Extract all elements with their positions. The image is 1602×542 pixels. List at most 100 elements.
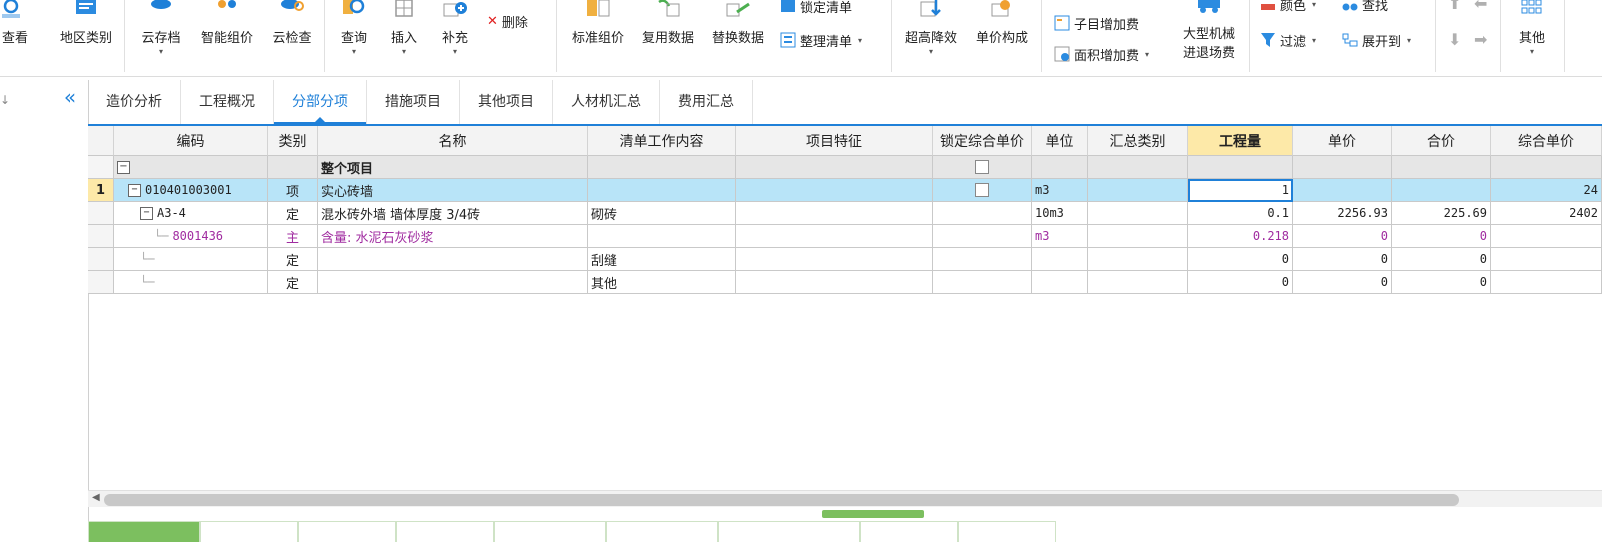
- unit-price-cell[interactable]: 2256.93: [1293, 202, 1392, 225]
- unit-price-cell[interactable]: 0: [1293, 225, 1392, 248]
- composite-price-cell[interactable]: 24: [1491, 179, 1602, 202]
- table-row[interactable]: └─ 定 其他 0 0 0: [88, 271, 1602, 294]
- unit-cell[interactable]: 10m3: [1032, 202, 1088, 225]
- collapse-sidebar-icon[interactable]: «: [58, 86, 82, 110]
- table-row[interactable]: └─ 定 刮缝 0 0 0: [88, 248, 1602, 271]
- name-cell[interactable]: 混水砖外墙 墙体厚度 3/4砖: [318, 202, 588, 225]
- name-cell[interactable]: 含量: 水泥石灰砂浆: [318, 225, 588, 248]
- region-button[interactable]: 地区类别: [52, 0, 120, 77]
- bottom-tab[interactable]: [606, 521, 718, 542]
- move-right-icon[interactable]: ➡: [1474, 30, 1487, 49]
- quantity-cell-selected[interactable]: 1: [1188, 179, 1293, 202]
- tab-other-items[interactable]: 其他项目: [460, 80, 553, 125]
- delete-button[interactable]: ✕ 删除: [487, 11, 528, 31]
- work-content-cell[interactable]: 刮缝: [588, 248, 736, 271]
- machinery-button[interactable]: 大型机械 进退场费: [1174, 0, 1244, 77]
- bottom-tab[interactable]: [958, 521, 1056, 542]
- column-header[interactable]: 项目特征: [736, 126, 933, 156]
- unit-price-cell[interactable]: [1293, 179, 1392, 202]
- name-cell[interactable]: 整个项目: [318, 156, 588, 179]
- composite-price-cell[interactable]: [1491, 156, 1602, 179]
- composite-price-cell[interactable]: [1491, 248, 1602, 271]
- feature-cell[interactable]: [736, 202, 933, 225]
- feature-cell[interactable]: [736, 248, 933, 271]
- name-cell[interactable]: [318, 271, 588, 294]
- column-header[interactable]: 类别: [268, 126, 318, 156]
- standard-price-button[interactable]: 标准组价: [566, 0, 630, 77]
- column-header-quantity[interactable]: 工程量: [1188, 126, 1293, 156]
- scroll-left-icon[interactable]: ◀: [92, 492, 100, 503]
- summary-category-cell[interactable]: [1088, 225, 1188, 248]
- sub-item-fee-button[interactable]: 子目增加费: [1054, 13, 1139, 33]
- find-button[interactable]: 查找: [1342, 0, 1388, 14]
- quantity-cell[interactable]: 0: [1188, 248, 1293, 271]
- total-price-cell[interactable]: [1392, 156, 1491, 179]
- summary-category-cell[interactable]: [1088, 248, 1188, 271]
- smart-price-button[interactable]: 智能组价: [193, 0, 261, 77]
- tab-sub-items[interactable]: 分部分项: [274, 80, 367, 125]
- unit-cell[interactable]: [1032, 248, 1088, 271]
- tab-cost-analysis[interactable]: 造价分析: [88, 80, 181, 125]
- column-header[interactable]: 单位: [1032, 126, 1088, 156]
- total-price-cell[interactable]: 0: [1392, 271, 1491, 294]
- left-panel-arrow-icon[interactable]: ↓: [0, 93, 10, 107]
- total-price-cell[interactable]: [1392, 179, 1491, 202]
- move-left-icon[interactable]: ⬅: [1474, 0, 1487, 13]
- reuse-data-button[interactable]: 复用数据: [636, 0, 700, 77]
- color-button[interactable]: 颜色 ▾: [1260, 0, 1316, 14]
- cloud-store-button[interactable]: 云存档 ▾: [134, 0, 188, 77]
- lock-price-checkbox[interactable]: [975, 183, 989, 197]
- quantity-cell[interactable]: [1188, 156, 1293, 179]
- replace-data-button[interactable]: 替换数据: [706, 0, 770, 77]
- total-price-cell[interactable]: 0: [1392, 248, 1491, 271]
- collapse-toggle-icon[interactable]: −: [128, 183, 141, 197]
- work-content-cell[interactable]: [588, 225, 736, 248]
- view-button[interactable]: 查看: [0, 0, 40, 77]
- table-row[interactable]: └─ 8001436 主 含量: 水泥石灰砂浆 m3 0.218 0 0: [88, 225, 1602, 248]
- move-up-icon[interactable]: ⬆: [1448, 0, 1461, 13]
- cloud-check-button[interactable]: 云检查: [264, 0, 320, 77]
- table-row[interactable]: − 整个项目: [88, 156, 1602, 179]
- unit-composition-button[interactable]: 单价构成: [969, 0, 1035, 77]
- tab-fee-summary[interactable]: 费用汇总: [660, 80, 753, 125]
- unit-cell[interactable]: m3: [1032, 225, 1088, 248]
- unit-price-cell[interactable]: 0: [1293, 248, 1392, 271]
- unit-price-cell[interactable]: 0: [1293, 271, 1392, 294]
- summary-category-cell[interactable]: [1088, 202, 1188, 225]
- work-content-cell[interactable]: 其他: [588, 271, 736, 294]
- column-header[interactable]: 单价: [1293, 126, 1392, 156]
- move-down-icon[interactable]: ⬇: [1448, 30, 1461, 49]
- work-content-cell[interactable]: [588, 156, 736, 179]
- unit-price-cell[interactable]: [1293, 156, 1392, 179]
- column-header[interactable]: 合价: [1392, 126, 1491, 156]
- composite-price-cell[interactable]: 2402: [1491, 202, 1602, 225]
- expand-to-button[interactable]: 展开到 ▾: [1342, 30, 1411, 50]
- tab-labor-material-summary[interactable]: 人材机汇总: [553, 80, 660, 125]
- bottom-tab[interactable]: [860, 521, 958, 542]
- lock-price-checkbox[interactable]: [975, 160, 989, 174]
- quantity-cell[interactable]: 0.218: [1188, 225, 1293, 248]
- column-header[interactable]: 清单工作内容: [588, 126, 736, 156]
- work-content-cell[interactable]: 砌砖: [588, 202, 736, 225]
- high-drop-button[interactable]: 超高降效 ▾: [898, 0, 964, 77]
- work-content-cell[interactable]: [588, 179, 736, 202]
- filter-button[interactable]: 过滤 ▾: [1260, 30, 1316, 50]
- column-header[interactable]: 锁定综合单价: [933, 126, 1032, 156]
- bottom-tab[interactable]: [298, 521, 396, 542]
- unit-cell[interactable]: [1032, 271, 1088, 294]
- column-header[interactable]: 综合单价: [1491, 126, 1602, 156]
- tab-project-overview[interactable]: 工程概况: [181, 80, 274, 125]
- unit-cell[interactable]: [1032, 156, 1088, 179]
- collapse-toggle-icon[interactable]: −: [117, 160, 130, 174]
- bottom-tab[interactable]: [88, 521, 200, 542]
- feature-cell[interactable]: [736, 179, 933, 202]
- column-header[interactable]: 编码: [114, 126, 268, 156]
- feature-cell[interactable]: [736, 225, 933, 248]
- table-row[interactable]: − A3-4 定 混水砖外墙 墙体厚度 3/4砖 砌砖 10m3 0.1 2256…: [88, 202, 1602, 225]
- composite-price-cell[interactable]: [1491, 271, 1602, 294]
- feature-cell[interactable]: [736, 156, 933, 179]
- collapse-toggle-icon[interactable]: −: [140, 206, 153, 220]
- bottom-tab[interactable]: [200, 521, 298, 542]
- table-row[interactable]: 1 −010401003001 项 实心砖墙 m3 1 24: [88, 179, 1602, 202]
- organize-list-button[interactable]: 整理清单 ▾: [780, 30, 862, 50]
